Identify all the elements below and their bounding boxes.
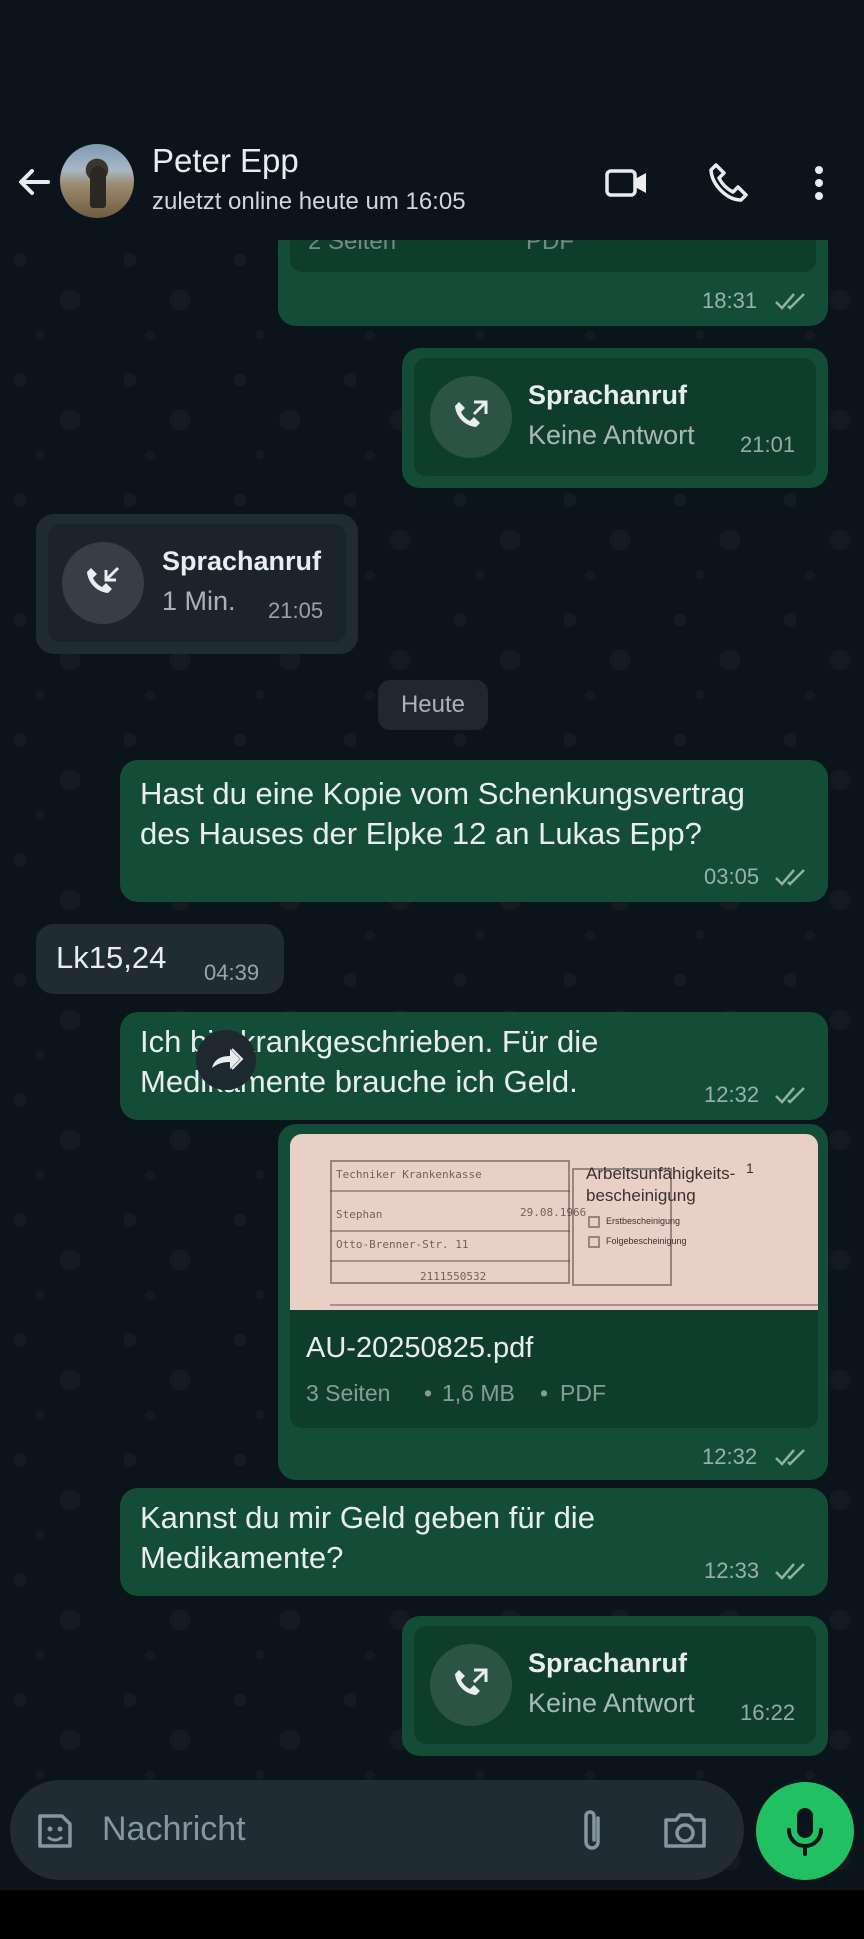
call-status: Keine Antwort (528, 1688, 695, 1718)
call-duration: 1 Min. (162, 586, 236, 616)
document-type: PDF (560, 1380, 606, 1406)
incoming-call-icon (62, 542, 144, 624)
back-arrow-icon[interactable] (14, 162, 54, 202)
mic-button[interactable] (756, 1782, 854, 1880)
text-message[interactable]: Kannst du mir Geld geben für die Medikam… (120, 1488, 828, 1596)
message-time: 16:22 (740, 1700, 796, 1725)
contact-name[interactable]: Peter Epp (152, 142, 299, 180)
message-text: Lk15,24 (56, 940, 167, 975)
system-nav-area (0, 1890, 864, 1939)
message-time: 21:01 (740, 432, 796, 457)
contact-status[interactable]: zuletzt online heute um 16:05 (152, 188, 466, 216)
call-card[interactable]: Sprachanruf Keine Antwort 21:01 (414, 358, 816, 476)
call-title: Sprachanruf (528, 1648, 688, 1678)
read-ticks-icon (775, 869, 805, 886)
call-status: Keine Antwort (528, 420, 695, 450)
outgoing-call-icon (430, 1644, 512, 1726)
message-time: 21:05 (268, 598, 324, 623)
preview-title: Arbeitsunfähigkeits- (586, 1164, 736, 1183)
message-text-line: Kannst du mir Geld geben für die (140, 1500, 595, 1535)
document-info[interactable]: AU-20250825.pdf 3 Seiten • 1,6 MB • PDF (290, 1310, 818, 1428)
message-text-line: Medikamente? (140, 1540, 344, 1575)
document-preview[interactable]: Techniker Krankenkasse Stephan Otto-Bren… (290, 1134, 818, 1310)
document-message-partial[interactable]: 2 Seiten PDF 18:31 (278, 240, 828, 326)
message-time: 04:39 (204, 960, 260, 985)
mic-icon (787, 1808, 823, 1856)
message-input[interactable]: Nachricht (102, 1810, 246, 1849)
message-time: 12:33 (704, 1558, 760, 1583)
text-message[interactable]: Hast du eine Kopie vom Schenkungsvertrag… (120, 760, 828, 902)
message-time: 12:32 (702, 1444, 758, 1469)
call-card[interactable]: Sprachanruf Keine Antwort 16:22 (414, 1626, 816, 1744)
document-card[interactable]: 2 Seiten PDF (290, 240, 816, 272)
message-text-line: des Hauses der Elpke 12 an Lukas Epp? (140, 816, 702, 851)
attach-icon[interactable] (570, 1806, 616, 1856)
call-message[interactable]: Sprachanruf Keine Antwort 21:01 (402, 348, 828, 488)
call-card[interactable]: Sprachanruf 1 Min. 21:05 (48, 524, 346, 642)
outgoing-call-icon (430, 376, 512, 458)
document-pages: 3 Seiten (306, 1380, 391, 1406)
read-ticks-icon (775, 293, 805, 310)
phone-icon[interactable] (706, 160, 752, 206)
avatar[interactable] (60, 144, 134, 218)
camera-icon[interactable] (660, 1808, 710, 1854)
read-ticks-icon (775, 1563, 805, 1580)
date-separator: Heute (378, 680, 488, 730)
status-bar-area (0, 0, 864, 140)
document-size: 1,6 MB (442, 1380, 515, 1406)
read-ticks-icon (775, 1087, 805, 1104)
video-call-icon[interactable] (604, 160, 650, 206)
text-message[interactable]: Lk15,24 04:39 (36, 924, 284, 994)
message-time: 18:31 (702, 288, 758, 313)
call-message[interactable]: Sprachanruf Keine Antwort 16:22 (402, 1616, 828, 1756)
message-time: 03:05 (704, 864, 760, 889)
document-name: AU-20250825.pdf (306, 1332, 534, 1364)
message-time: 12:32 (704, 1082, 760, 1107)
call-title: Sprachanruf (162, 546, 322, 576)
document-message[interactable]: Techniker Krankenkasse Stephan Otto-Bren… (278, 1124, 828, 1480)
preview-option: Erstbescheinigung (606, 1216, 681, 1226)
document-type: PDF (526, 240, 574, 255)
message-text-line: Hast du eine Kopie vom Schenkungsvertrag (140, 776, 745, 811)
more-options-icon[interactable] (796, 160, 842, 206)
preview-option: Folgebescheinigung (606, 1236, 687, 1246)
preview-subtitle: bescheinigung (586, 1186, 696, 1205)
call-message[interactable]: Sprachanruf 1 Min. 21:05 (36, 514, 358, 654)
message-input-bar[interactable]: Nachricht (10, 1780, 744, 1880)
sticker-icon[interactable] (32, 1808, 78, 1854)
document-meta: 2 Seiten (308, 240, 397, 255)
read-ticks-icon (775, 1449, 805, 1466)
chat-area[interactable]: 2 Seiten PDF 18:31 Sprachanruf Keine Ant… (0, 240, 864, 1880)
call-title: Sprachanruf (528, 380, 688, 410)
forward-icon[interactable] (196, 1030, 256, 1090)
chat-header: Peter Epp zuletzt online heute um 16:05 (0, 140, 864, 240)
